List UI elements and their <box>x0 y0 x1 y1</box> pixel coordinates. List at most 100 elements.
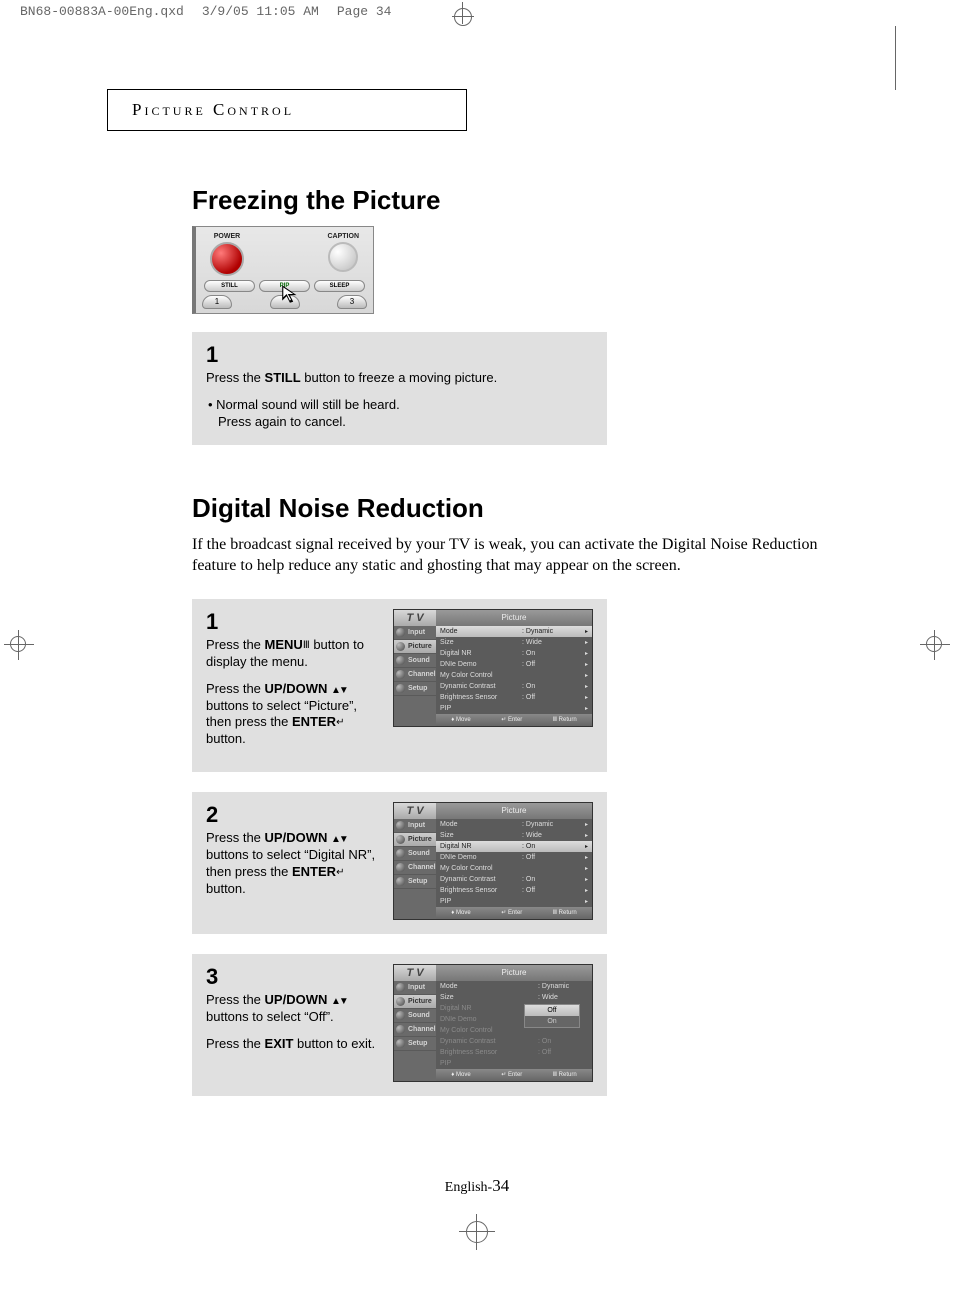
arrow-right-icon <box>582 659 588 670</box>
heading-dnr: Digital Noise Reduction <box>192 493 847 524</box>
enter-icon: ↵ <box>336 867 344 878</box>
crop-line-icon <box>895 26 896 90</box>
arrow-right-icon <box>582 819 588 830</box>
tv-content: Mode: Dynamic Size: Wide Digital NR: On … <box>436 819 592 919</box>
updown-icon: ▲▼ <box>331 685 347 696</box>
tv-row-mode: Mode: Dynamic <box>436 819 592 830</box>
print-date: 3/9/05 11:05 AM <box>202 4 319 19</box>
registration-mark-icon <box>459 1214 495 1250</box>
tv-row-pip: PIP <box>436 896 592 907</box>
arrow-right-icon <box>582 841 588 852</box>
tv-side-setup: Setup <box>394 682 436 696</box>
step-line: Press the UP/DOWN ▲▼ buttons to select “… <box>206 681 381 749</box>
tv-side-channel: Channel <box>394 668 436 682</box>
tv-side-sound: Sound <box>394 654 436 668</box>
tv-side-input: Input <box>394 819 436 833</box>
dnr-step-1: 1 Press the MENUⅢ button to display the … <box>192 599 607 772</box>
tv-menu-screenshot: T V Picture Input Picture Sound Channel … <box>393 609 593 727</box>
tv-row-brightness: Brightness Sensor: Off <box>436 885 592 896</box>
tv-logo: T V <box>394 965 436 981</box>
tv-row-size: Size: Wide <box>436 830 592 841</box>
tv-menu-screenshot: T V Picture Input Picture Sound Channel … <box>393 964 593 1082</box>
step-line: Press the MENUⅢ button to display the me… <box>206 637 381 671</box>
num-1-button: 1 <box>202 295 232 309</box>
tv-content: Mode: Dynamic Size: Wide Digital NR: On … <box>436 626 592 726</box>
tv-side-input: Input <box>394 981 436 995</box>
arrow-right-icon <box>582 692 588 703</box>
registration-mark-icon <box>4 630 34 660</box>
tv-side-input: Input <box>394 626 436 640</box>
tv-row-dyncontrast: Dynamic Contrast: On <box>436 681 592 692</box>
crop-mark-icon <box>444 2 484 42</box>
print-page: Page 34 <box>337 4 392 19</box>
tv-row-mycolor: My Color Control <box>436 670 592 681</box>
tv-row-size: Size: Wide <box>436 992 592 1003</box>
sleep-button: SLEEP <box>314 280 365 292</box>
registration-mark-icon <box>920 630 950 660</box>
tv-logo: T V <box>394 610 436 626</box>
heading-freezing: Freezing the Picture <box>192 185 847 216</box>
still-button: STILL <box>204 280 255 292</box>
arrow-right-icon <box>582 830 588 841</box>
arrow-right-icon <box>582 885 588 896</box>
arrow-right-icon <box>582 852 588 863</box>
tv-menu-title: Picture <box>436 803 592 819</box>
tv-row-size: Size: Wide <box>436 637 592 648</box>
tv-popup: Off On <box>524 1004 580 1028</box>
tv-side-picture: Picture <box>394 995 436 1009</box>
tv-sidebar: Input Picture Sound Channel Setup <box>394 626 436 726</box>
arrow-right-icon <box>582 648 588 659</box>
tv-row-mycolor: My Color Control <box>436 863 592 874</box>
tv-side-sound: Sound <box>394 1009 436 1023</box>
updown-icon: ▲▼ <box>331 834 347 845</box>
print-filename: BN68-00883A-00Eng.qxd <box>20 4 184 19</box>
remote-illustration: POWER CAPTION STILL PIP SLEEP 1 3 <box>192 226 374 314</box>
tv-footer: ♦ Move ↵ Enter Ⅲ Return <box>436 1069 592 1081</box>
updown-icon: ▲▼ <box>331 996 347 1007</box>
tv-row-mode: Mode: Dynamic <box>436 981 592 992</box>
tv-side-setup: Setup <box>394 875 436 889</box>
tv-row-brightness: Brightness Sensor: Off <box>436 692 592 703</box>
tv-side-picture: Picture <box>394 833 436 847</box>
power-button-icon <box>210 242 244 276</box>
remote-power-label: POWER <box>210 233 244 240</box>
tv-sidebar: Input Picture Sound Channel Setup <box>394 819 436 919</box>
arrow-right-icon <box>582 863 588 874</box>
menu-icon: Ⅲ <box>303 640 310 651</box>
step-freeze: 1 Press the STILL button to freeze a mov… <box>192 332 607 445</box>
enter-icon: ↵ <box>336 717 344 728</box>
remote-caption-label: CAPTION <box>328 233 360 240</box>
tv-popup-off: Off <box>525 1005 579 1016</box>
dnr-step-3: 3 Press the UP/DOWN ▲▼ buttons to select… <box>192 954 607 1096</box>
step-number: 1 <box>206 342 593 368</box>
tv-side-picture: Picture <box>394 640 436 654</box>
step-line: Press the UP/DOWN ▲▼ buttons to select “… <box>206 992 381 1026</box>
tv-side-setup: Setup <box>394 1037 436 1051</box>
tv-row-digitalnr: Digital NR: On <box>436 841 592 852</box>
arrow-right-icon <box>582 874 588 885</box>
step-number: 1 <box>206 609 381 635</box>
tv-row-digitalnr: Digital NR: On <box>436 648 592 659</box>
step-line: Press again to cancel. <box>206 414 593 431</box>
tv-menu-title: Picture <box>436 610 592 626</box>
tv-sidebar: Input Picture Sound Channel Setup <box>394 981 436 1081</box>
step-number: 3 <box>206 964 381 990</box>
step-line: Press the STILL button to freeze a movin… <box>206 370 593 387</box>
num-3-button: 3 <box>337 295 367 309</box>
page-footer: English-34 <box>107 1176 847 1196</box>
tv-side-channel: Channel <box>394 861 436 875</box>
tv-content: Mode: Dynamic Size: Wide Digital NR DNIe… <box>436 981 592 1081</box>
tv-footer: ♦ Move ↵ Enter Ⅲ Return <box>436 907 592 919</box>
tv-footer: ♦ Move ↵ Enter Ⅲ Return <box>436 714 592 726</box>
tv-menu-title: Picture <box>436 965 592 981</box>
tv-row-pip: PIP <box>436 703 592 714</box>
tv-row-brightness: Brightness Sensor: Off <box>436 1047 592 1058</box>
section-tab: Picture Control <box>107 89 467 131</box>
tv-row-dnie: DNIe Demo: Off <box>436 659 592 670</box>
tv-row-dyncontrast: Dynamic Contrast: On <box>436 874 592 885</box>
tv-row-dnie: DNIe Demo: Off <box>436 852 592 863</box>
arrow-right-icon <box>582 637 588 648</box>
tv-side-sound: Sound <box>394 847 436 861</box>
step-line: Press the UP/DOWN ▲▼ buttons to select “… <box>206 830 381 898</box>
tv-popup-on: On <box>525 1016 579 1027</box>
